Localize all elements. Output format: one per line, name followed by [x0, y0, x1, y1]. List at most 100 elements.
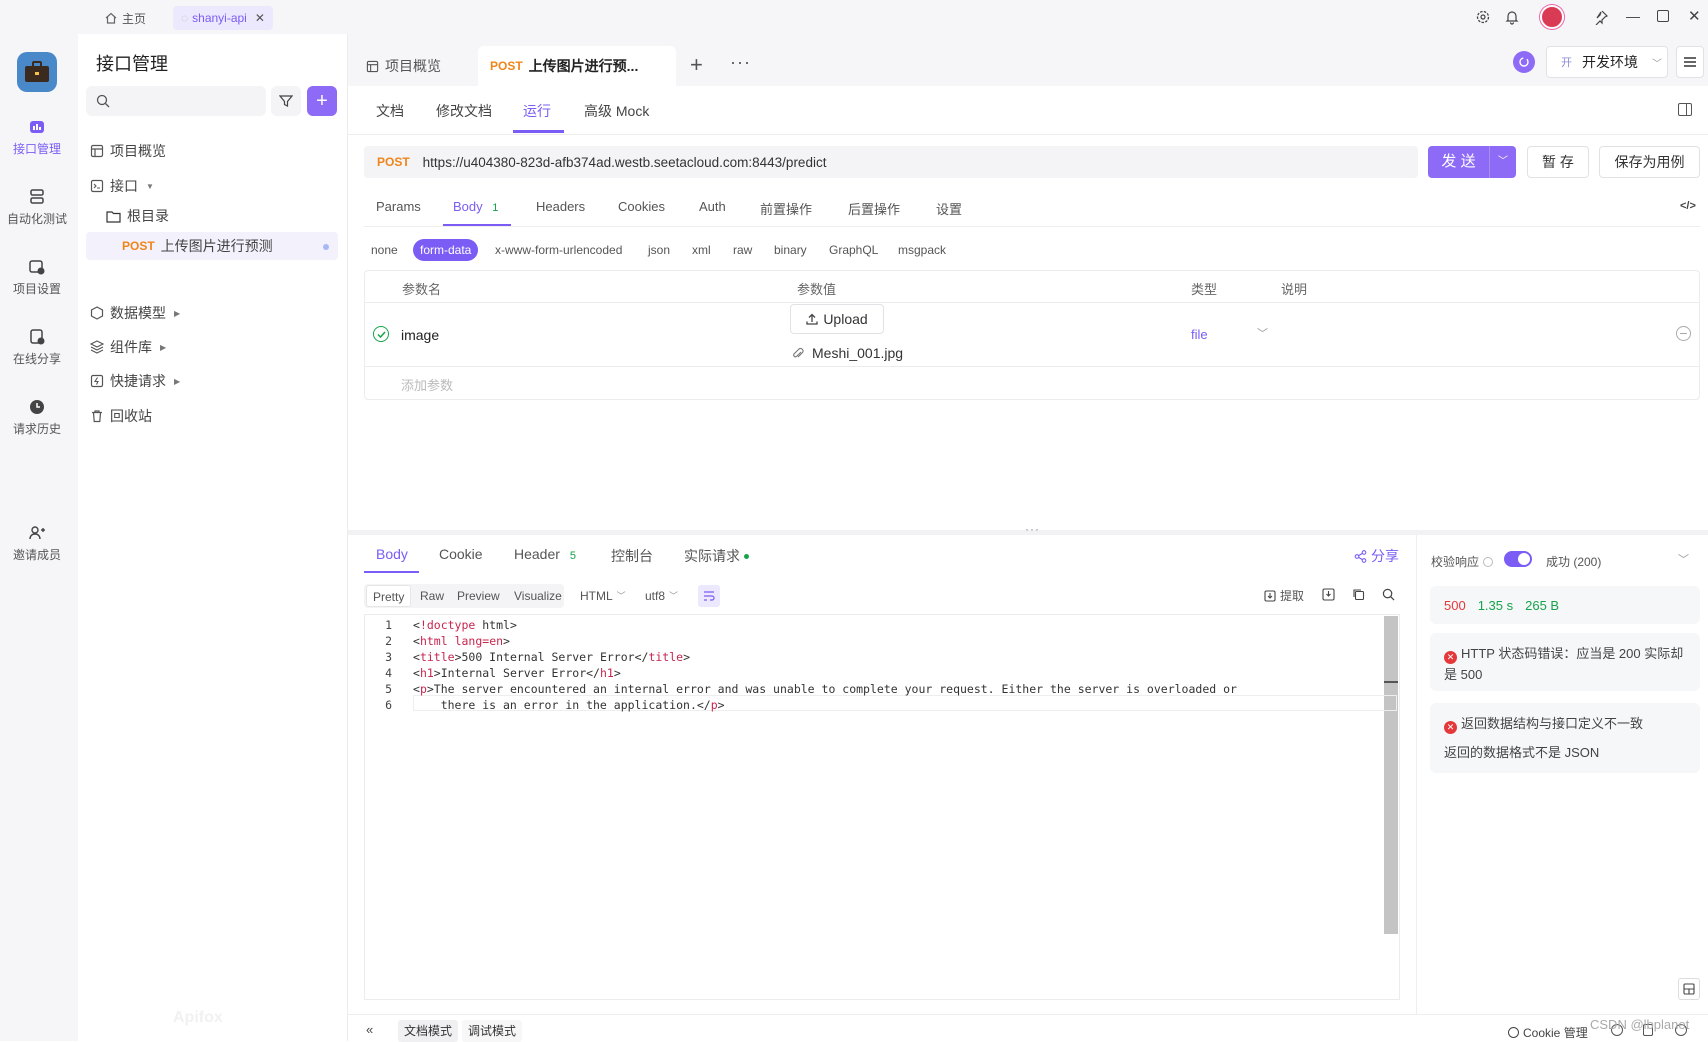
- tab-active-request[interactable]: POST 上传图片进行预...: [478, 46, 676, 86]
- save-case-button[interactable]: 保存为用例: [1599, 146, 1700, 178]
- tree-item-post-predict[interactable]: POST 上传图片进行预测: [122, 232, 273, 260]
- download-icon[interactable]: [1322, 588, 1335, 601]
- project-tab[interactable]: ◌ shanyi-api ✕: [173, 6, 273, 30]
- body-type-xml[interactable]: xml: [692, 239, 711, 261]
- filter-button[interactable]: [271, 86, 301, 116]
- param-tab-post[interactable]: 后置操作: [848, 199, 900, 218]
- pin-icon[interactable]: [1593, 9, 1609, 25]
- resp-tab-actual-request[interactable]: 实际请求: [684, 546, 749, 566]
- body-type-binary[interactable]: binary: [774, 239, 807, 261]
- send-button[interactable]: 发 送 ﹀: [1428, 146, 1516, 178]
- share-online-icon: [28, 328, 46, 346]
- tree-item-data-model[interactable]: 数据模型 ▶: [90, 299, 180, 327]
- tree-item-quick-request[interactable]: 快捷请求 ▶: [90, 367, 180, 395]
- url-input[interactable]: POST https://u404380-823d-afb374ad.westb…: [364, 146, 1418, 178]
- add-param-placeholder[interactable]: 添加参数: [401, 375, 453, 394]
- param-name[interactable]: image: [401, 327, 439, 343]
- tree-item-components[interactable]: 组件库 ▶: [90, 333, 166, 361]
- cookie-manager-button[interactable]: Cookie 管理: [1508, 1024, 1588, 1041]
- body-type-msgpack[interactable]: msgpack: [898, 239, 946, 261]
- tree-item-api[interactable]: 接口 ▼: [90, 172, 154, 200]
- search-input[interactable]: [86, 86, 266, 116]
- doc-mode-button[interactable]: 文档模式: [398, 1020, 459, 1042]
- more-tabs-icon[interactable]: ···: [730, 52, 751, 73]
- encoding-select[interactable]: utf8 ﹀: [645, 585, 678, 607]
- resp-tab-body[interactable]: Body: [376, 546, 408, 562]
- expected-status-select[interactable]: 成功 (200): [1546, 553, 1601, 570]
- tree-item-root[interactable]: 根目录: [106, 202, 169, 230]
- param-tab-params[interactable]: Params: [376, 199, 421, 214]
- collapse-sidebar-icon[interactable]: «: [366, 1022, 373, 1037]
- validate-toggle[interactable]: [1504, 551, 1532, 567]
- body-type-urlencoded[interactable]: x-www-form-urlencoded: [495, 239, 622, 261]
- lang-select[interactable]: HTML ﹀: [580, 585, 626, 607]
- extract-button[interactable]: 提取: [1264, 585, 1304, 607]
- panel-toggle-icon[interactable]: [1678, 103, 1692, 116]
- tree-item-trash[interactable]: 回收站: [90, 402, 152, 430]
- param-tab-settings[interactable]: 设置: [936, 199, 962, 218]
- body-type-json[interactable]: json: [648, 239, 670, 261]
- bell-icon[interactable]: [1504, 9, 1520, 25]
- resp-tab-cookie[interactable]: Cookie: [439, 546, 483, 562]
- tab-overview[interactable]: 项目概览: [366, 56, 441, 76]
- subtab-mock[interactable]: 高级 Mock: [584, 101, 649, 121]
- resp-tab-header[interactable]: Header 5: [514, 546, 576, 562]
- param-tab-body[interactable]: Body 1: [453, 199, 498, 214]
- param-type[interactable]: file: [1191, 327, 1208, 342]
- code-icon[interactable]: </>: [1680, 200, 1696, 212]
- method-select[interactable]: POST: [377, 155, 410, 169]
- sync-icon[interactable]: [1513, 51, 1535, 73]
- body-type-none[interactable]: none: [371, 239, 398, 261]
- subtab-doc[interactable]: 文档: [376, 101, 404, 121]
- tree-item-overview[interactable]: 项目概览: [90, 137, 166, 165]
- format-visualize[interactable]: Visualize: [514, 585, 562, 607]
- body-type-raw[interactable]: raw: [733, 239, 752, 261]
- wrap-lines-icon[interactable]: [698, 585, 720, 607]
- debug-mode-button[interactable]: 调试模式: [462, 1020, 523, 1042]
- chevron-down-icon[interactable]: ﹀: [1257, 325, 1268, 341]
- resp-tab-console[interactable]: 控制台: [611, 546, 653, 566]
- drag-dots-icon[interactable]: ···: [1025, 522, 1040, 536]
- search-icon[interactable]: [1382, 588, 1395, 601]
- rail-invite[interactable]: 邀请成员: [0, 524, 74, 563]
- rail-api-management[interactable]: 接口管理: [0, 118, 74, 157]
- rail-history[interactable]: 请求历史: [0, 398, 74, 437]
- window-close-icon[interactable]: ✕: [1688, 7, 1701, 25]
- body-type-form-data[interactable]: form-data: [413, 239, 479, 261]
- top-bar: 主页 ◌ shanyi-api ✕ — ✕: [0, 0, 1708, 34]
- chevron-down-icon[interactable]: ﹀: [1678, 551, 1689, 567]
- send-dropdown-icon[interactable]: ﹀: [1489, 146, 1516, 178]
- upload-button[interactable]: Upload: [790, 304, 884, 334]
- minimize-icon[interactable]: —: [1626, 8, 1640, 24]
- subtab-run[interactable]: 运行: [523, 101, 551, 121]
- rail-automation[interactable]: 自动化测试: [0, 188, 74, 227]
- close-icon[interactable]: ✕: [255, 11, 265, 25]
- home-tab[interactable]: 主页: [96, 6, 154, 30]
- env-select[interactable]: 开 开发环境 ﹀: [1546, 46, 1668, 78]
- save-temp-button[interactable]: 暂 存: [1527, 146, 1589, 178]
- format-preview[interactable]: Preview: [457, 585, 500, 607]
- remove-param-icon[interactable]: [1676, 326, 1691, 341]
- add-tab-icon[interactable]: +: [690, 52, 703, 78]
- maximize-icon[interactable]: [1657, 10, 1669, 22]
- gear-icon[interactable]: [1475, 9, 1491, 25]
- rail-project-settings[interactable]: 项目设置: [0, 258, 74, 297]
- body-type-graphql[interactable]: GraphQL: [829, 239, 878, 261]
- add-button[interactable]: +: [307, 86, 337, 116]
- param-tab-pre[interactable]: 前置操作: [760, 199, 812, 218]
- param-tab-headers[interactable]: Headers: [536, 199, 585, 214]
- rail-share-online[interactable]: 在线分享: [0, 328, 74, 367]
- copy-icon[interactable]: [1352, 588, 1365, 601]
- avatar[interactable]: [1540, 5, 1564, 29]
- param-tab-auth[interactable]: Auth: [699, 199, 726, 214]
- subtab-edit-doc[interactable]: 修改文档: [436, 101, 492, 121]
- share-button[interactable]: 分享: [1354, 546, 1399, 566]
- format-pretty[interactable]: Pretty: [366, 585, 412, 607]
- param-tab-cookies[interactable]: Cookies: [618, 199, 665, 214]
- check-circle-icon[interactable]: [373, 326, 389, 342]
- menu-button[interactable]: [1676, 46, 1704, 78]
- layout-icon[interactable]: [1678, 978, 1700, 1000]
- attached-file[interactable]: Meshi_001.jpg: [812, 345, 903, 361]
- editor-scrollbar[interactable]: [1384, 616, 1398, 934]
- format-raw[interactable]: Raw: [420, 585, 444, 607]
